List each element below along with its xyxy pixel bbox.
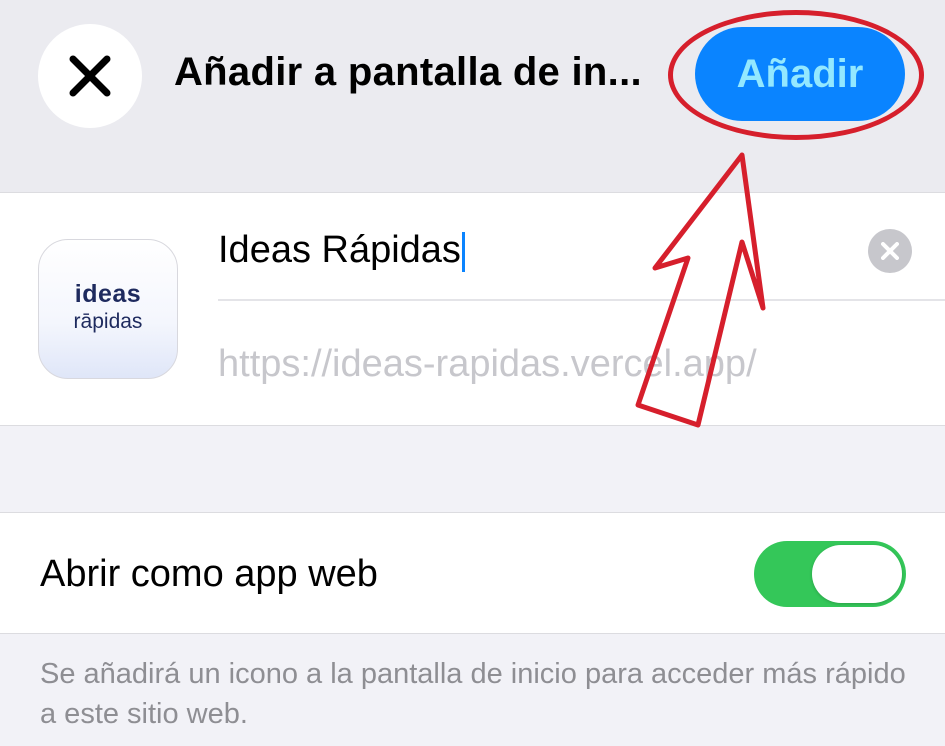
app-url: https://ideas-rapidas.vercel.app/	[218, 343, 757, 385]
toggle-knob	[812, 545, 902, 603]
open-as-web-app-label: Abrir como app web	[40, 553, 378, 595]
clear-icon	[881, 242, 899, 260]
open-as-web-app-row: Abrir como app web	[0, 512, 945, 634]
header-bar: Añadir a pantalla de in... Añadir	[0, 0, 945, 192]
divider	[218, 299, 945, 301]
close-button[interactable]	[38, 24, 142, 128]
app-name-value: Ideas Rápidas	[218, 229, 461, 271]
app-name-field[interactable]: Ideas Rápidas	[218, 229, 465, 272]
close-icon	[69, 55, 111, 97]
page-title: Añadir a pantalla de in...	[174, 50, 642, 94]
footer-description: Se añadirá un icono a la pantalla de ini…	[40, 658, 906, 730]
open-as-web-app-toggle[interactable]	[754, 541, 906, 607]
app-icon-text-line2: rāpidas	[73, 310, 143, 333]
app-info-card: ideas rāpidas Ideas Rápidas https://idea…	[0, 192, 945, 426]
clear-text-button[interactable]	[868, 229, 912, 273]
text-caret	[461, 231, 465, 272]
add-button[interactable]: Añadir	[695, 27, 905, 121]
app-icon-text-line1: ideas	[74, 280, 142, 308]
app-icon: ideas rāpidas	[38, 239, 178, 379]
